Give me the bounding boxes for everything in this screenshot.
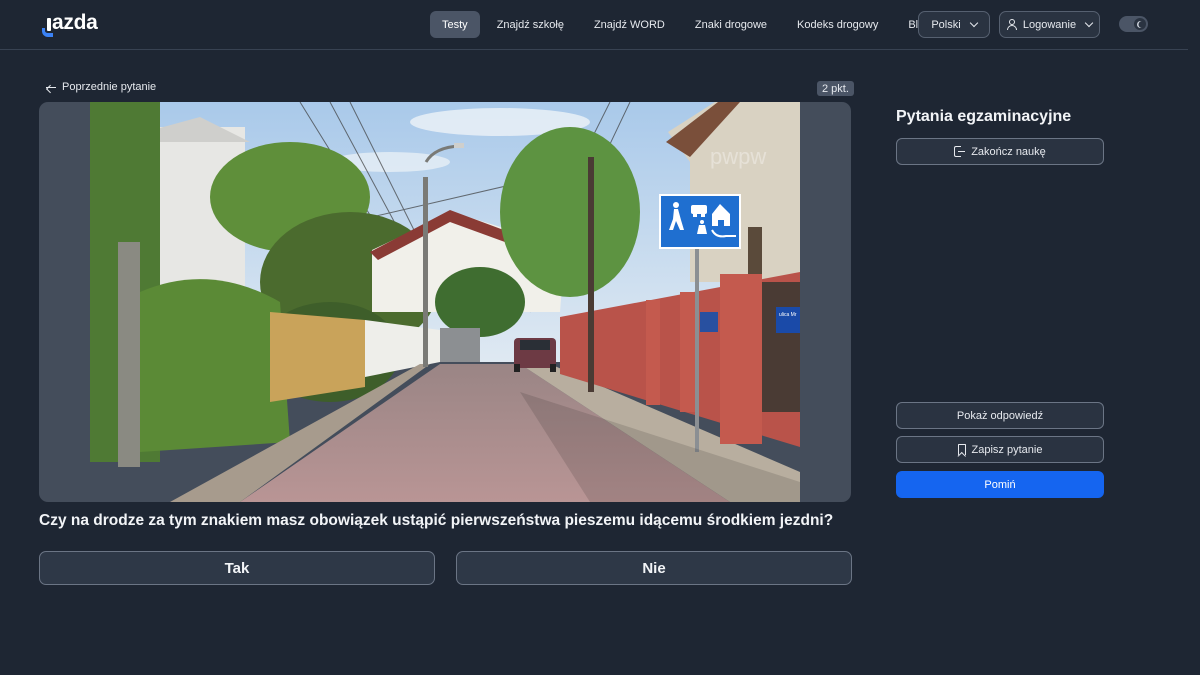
theme-toggle-knob <box>1134 18 1146 30</box>
previous-question-label: Poprzednie pytanie <box>62 81 157 93</box>
skip-label: Pomiń <box>984 478 1016 491</box>
moon-icon <box>1138 21 1145 28</box>
side-panel-title: Pytania egzaminacyjne <box>896 108 1072 125</box>
street-lamp-pole <box>423 177 428 367</box>
logo[interactable]: azda <box>42 11 98 37</box>
sign-pole <box>695 242 699 452</box>
street-plate-text: ulica Mr <box>779 312 797 318</box>
language-label: Polski <box>931 18 961 31</box>
show-answer-button[interactable]: Pokaż odpowiedź <box>896 402 1104 429</box>
exit-icon <box>954 146 966 157</box>
image-watermark: pwpw <box>710 144 766 169</box>
nav-item-znaki-drogowe[interactable]: Znaki drogowe <box>682 11 780 38</box>
logo-text: azda <box>52 11 98 34</box>
logo-mark-icon <box>42 16 53 37</box>
question-text: Czy na drodze za tym znakiem masz obowią… <box>39 512 834 529</box>
chevron-down-icon <box>969 18 978 28</box>
end-study-button[interactable]: Zakończ naukę <box>896 138 1104 165</box>
skip-button[interactable]: Pomiń <box>896 471 1104 498</box>
answer-tak-button[interactable]: Tak <box>39 551 435 585</box>
end-study-label: Zakończ naukę <box>971 145 1046 158</box>
chevron-down-icon <box>1084 18 1094 28</box>
save-question-label: Zapisz pytanie <box>971 443 1043 456</box>
show-answer-label: Pokaż odpowiedź <box>956 409 1044 422</box>
answer-nie-button[interactable]: Nie <box>456 551 852 585</box>
login-label: Logowanie <box>1022 18 1077 31</box>
language-select[interactable]: Polski <box>918 11 990 38</box>
main-nav: Testy Znajdź szkołę Znajdź WORD Znaki dr… <box>430 11 947 38</box>
previous-question-link[interactable]: Poprzednie pytanie <box>45 81 156 93</box>
nav-item-kodeks-drogowy[interactable]: Kodeks drogowy <box>784 11 891 38</box>
nav-item-znajdz-szkole[interactable]: Znajdź szkołę <box>484 11 577 38</box>
save-question-button[interactable]: Zapisz pytanie <box>896 436 1104 463</box>
nav-item-testy[interactable]: Testy <box>430 11 480 38</box>
top-navbar: azda Testy Znajdź szkołę Znajdź WORD Zna… <box>0 0 1188 50</box>
arrow-left-icon <box>45 83 56 91</box>
points-badge: 2 pkt. <box>817 81 854 96</box>
nav-item-znajdz-word[interactable]: Znajdź WORD <box>581 11 678 38</box>
login-button[interactable]: Logowanie <box>999 11 1100 38</box>
wooden-fence <box>270 312 365 402</box>
question-media-frame: ulica Mr pwpw <box>39 102 851 502</box>
theme-toggle[interactable] <box>1119 16 1148 32</box>
user-icon <box>1006 19 1017 30</box>
street-plate <box>776 307 800 333</box>
bookmark-icon <box>957 444 966 455</box>
question-image: ulica Mr pwpw <box>90 102 800 502</box>
